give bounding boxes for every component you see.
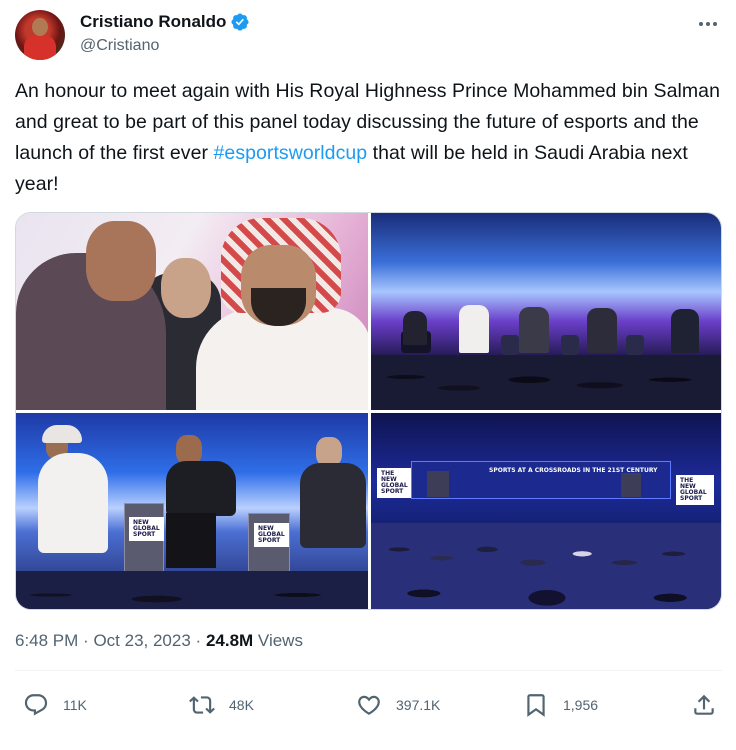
panelist-2 bbox=[459, 305, 489, 353]
more-options-icon[interactable] bbox=[695, 14, 721, 34]
repost-button[interactable]: 48K bbox=[189, 692, 254, 718]
repost-icon bbox=[189, 696, 215, 714]
panelist-4 bbox=[587, 308, 617, 353]
panelist-1 bbox=[403, 311, 427, 345]
panelist-3 bbox=[519, 307, 549, 353]
bookmark-count: 1,956 bbox=[563, 697, 599, 713]
photo4-logo-left: THE NEW GLOBAL SPORT bbox=[377, 468, 411, 498]
photo3-man-suit bbox=[300, 463, 366, 548]
photo1-head bbox=[86, 221, 156, 301]
reply-icon bbox=[24, 694, 48, 716]
avatar-shirt bbox=[24, 35, 56, 60]
avatar[interactable] bbox=[15, 10, 65, 60]
tweet-meta: 6:48 PM · Oct 23, 2023 · 24.8M Views bbox=[15, 631, 303, 651]
action-bar: 11K 48K 397.1K 1,956 bbox=[15, 682, 722, 730]
photo1-background-head bbox=[161, 258, 211, 318]
photo3-logo-right: NEW GLOBAL SPORT bbox=[254, 523, 289, 547]
photo-panel-wide[interactable] bbox=[371, 213, 721, 410]
photo3-logo-left: NEW GLOBAL SPORT bbox=[129, 517, 164, 541]
meta-separator-2: · bbox=[195, 631, 202, 650]
photo-panel-closeup[interactable]: NEW GLOBAL SPORT NEW GLOBAL SPORT bbox=[16, 413, 368, 609]
reply-count: 11K bbox=[63, 697, 87, 713]
bookmark-icon bbox=[527, 694, 545, 717]
divider-top bbox=[15, 670, 722, 671]
photo-auditorium[interactable]: SPORTS AT A CROSSROADS IN THE 21ST CENTU… bbox=[371, 413, 721, 609]
name-row: Cristiano Ronaldo bbox=[80, 12, 250, 32]
reply-button[interactable]: 11K bbox=[23, 692, 87, 718]
tweet-text: An honour to meet again with His Royal H… bbox=[15, 76, 721, 200]
media-grid: NEW GLOBAL SPORT NEW GLOBAL SPORT SPORTS AT … bbox=[15, 212, 722, 610]
views-label: Views bbox=[257, 631, 303, 650]
share-button[interactable] bbox=[691, 692, 717, 718]
like-button[interactable]: 397.1K bbox=[356, 692, 440, 718]
views-count[interactable]: 24.8M bbox=[206, 631, 253, 650]
like-count: 397.1K bbox=[396, 697, 441, 713]
photo3-man-dark bbox=[166, 461, 236, 516]
photo-handshake[interactable] bbox=[16, 213, 368, 410]
photo2-audience bbox=[371, 355, 721, 410]
tweet-date[interactable]: Oct 23, 2023 bbox=[93, 631, 190, 650]
photo4-logo-right: THE NEW GLOBAL SPORT bbox=[676, 475, 714, 505]
tweet-header: Cristiano Ronaldo @Cristiano bbox=[15, 10, 721, 62]
photo3-man-thobe bbox=[38, 453, 108, 553]
avatar-head bbox=[32, 18, 48, 36]
heart-icon bbox=[358, 695, 380, 715]
user-handle[interactable]: @Cristiano bbox=[80, 37, 159, 55]
hashtag-link[interactable]: #esportsworldcup bbox=[214, 142, 368, 164]
share-icon bbox=[694, 694, 714, 715]
repost-count: 48K bbox=[229, 697, 254, 713]
display-name[interactable]: Cristiano Ronaldo bbox=[80, 12, 226, 32]
bookmark-button[interactable]: 1,956 bbox=[523, 692, 598, 718]
verified-badge-icon bbox=[231, 13, 249, 31]
panelist-5 bbox=[671, 309, 699, 353]
photo3-audience bbox=[16, 571, 368, 609]
photo4-audience bbox=[371, 523, 721, 609]
meta-separator: · bbox=[83, 631, 89, 650]
tweet-time[interactable]: 6:48 PM bbox=[15, 631, 78, 650]
